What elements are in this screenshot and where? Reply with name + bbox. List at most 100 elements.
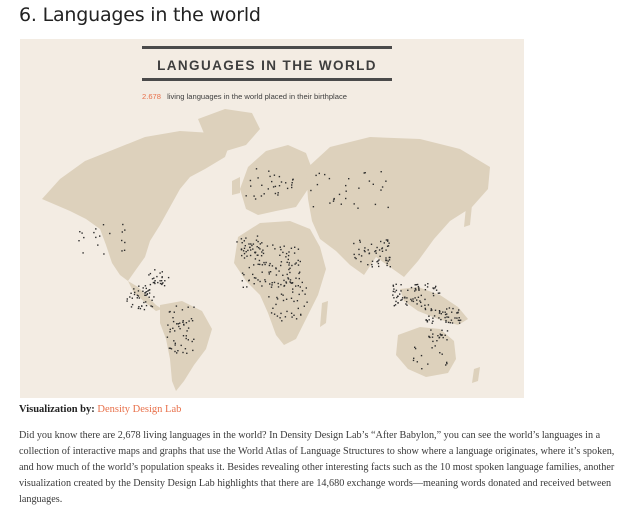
language-dot bbox=[241, 280, 243, 282]
language-dot bbox=[143, 308, 146, 311]
language-dot bbox=[246, 286, 248, 288]
language-dot bbox=[370, 243, 373, 245]
southeast-asia-shape bbox=[400, 287, 468, 325]
language-dot bbox=[451, 322, 454, 324]
language-dot bbox=[438, 337, 440, 339]
language-dot bbox=[431, 336, 434, 338]
language-dot bbox=[291, 184, 293, 186]
language-dot bbox=[284, 316, 287, 318]
language-dot bbox=[292, 291, 294, 293]
language-dot bbox=[154, 280, 156, 282]
language-dot bbox=[289, 267, 291, 269]
language-dot bbox=[410, 298, 412, 301]
language-dot bbox=[261, 242, 263, 244]
language-dot bbox=[340, 203, 342, 205]
language-dot bbox=[190, 318, 193, 320]
language-dot bbox=[416, 283, 419, 286]
language-dot bbox=[434, 345, 436, 347]
language-dot bbox=[359, 241, 361, 243]
language-dot bbox=[412, 359, 415, 362]
language-dot bbox=[271, 284, 273, 286]
language-dot bbox=[185, 335, 187, 337]
language-dot bbox=[392, 284, 394, 286]
language-dot bbox=[124, 241, 126, 244]
language-dot bbox=[245, 237, 247, 239]
language-dot bbox=[253, 283, 255, 285]
language-dot bbox=[393, 305, 395, 307]
language-dot bbox=[268, 271, 270, 273]
language-dot bbox=[427, 363, 429, 365]
language-dot bbox=[385, 257, 387, 259]
language-dot bbox=[282, 274, 284, 276]
language-dot bbox=[420, 294, 422, 297]
language-dot bbox=[250, 243, 252, 245]
language-dot bbox=[192, 349, 194, 352]
language-dot bbox=[371, 266, 373, 268]
language-dot bbox=[282, 294, 284, 296]
density-design-lab-link[interactable]: Density Design Lab bbox=[97, 404, 181, 415]
language-dot bbox=[424, 298, 426, 301]
language-dot bbox=[252, 248, 254, 250]
language-dot bbox=[446, 316, 448, 318]
language-dot bbox=[277, 194, 279, 196]
language-dot bbox=[97, 244, 99, 246]
language-dot bbox=[282, 299, 285, 302]
language-dot bbox=[437, 335, 439, 337]
continents bbox=[42, 109, 490, 391]
language-dot bbox=[444, 311, 446, 313]
language-dot bbox=[259, 263, 261, 266]
credit-label: Visualization by: bbox=[19, 404, 95, 415]
language-dot bbox=[282, 251, 284, 254]
language-dot bbox=[240, 238, 243, 240]
language-dot bbox=[257, 240, 259, 243]
language-dot bbox=[371, 260, 374, 262]
language-dot bbox=[243, 274, 245, 276]
language-dot bbox=[83, 236, 85, 239]
language-dot bbox=[420, 354, 423, 357]
asia-shape bbox=[306, 137, 490, 277]
language-dot bbox=[446, 313, 448, 315]
language-dot bbox=[258, 259, 261, 262]
language-dot bbox=[329, 202, 331, 204]
language-dot bbox=[438, 312, 441, 314]
language-dot bbox=[254, 251, 257, 253]
language-dot bbox=[446, 362, 448, 365]
language-dot bbox=[280, 312, 282, 315]
language-dot bbox=[360, 255, 363, 257]
language-dot bbox=[445, 319, 447, 322]
language-dot bbox=[145, 301, 147, 303]
language-dot bbox=[338, 193, 341, 196]
language-dot bbox=[173, 311, 175, 313]
language-dot bbox=[268, 264, 271, 267]
language-dot bbox=[164, 280, 166, 282]
language-dot bbox=[399, 293, 401, 295]
language-dot bbox=[387, 239, 389, 241]
language-dot bbox=[298, 272, 300, 275]
language-dot bbox=[297, 307, 299, 310]
language-dot bbox=[374, 203, 377, 206]
language-dot bbox=[405, 303, 407, 305]
language-dot bbox=[271, 265, 274, 267]
language-dot bbox=[256, 235, 259, 237]
language-dot bbox=[285, 256, 287, 258]
language-dot bbox=[270, 286, 273, 288]
language-dot bbox=[400, 290, 402, 292]
language-dot bbox=[385, 180, 387, 182]
language-dot bbox=[81, 232, 83, 234]
language-dot bbox=[287, 254, 290, 257]
language-dot bbox=[427, 283, 429, 285]
language-dot bbox=[435, 289, 438, 291]
language-dot bbox=[374, 250, 376, 253]
language-dot bbox=[253, 195, 255, 197]
language-dot bbox=[288, 251, 290, 253]
language-dot bbox=[277, 192, 279, 194]
language-dot bbox=[296, 300, 299, 302]
language-dot bbox=[82, 252, 84, 254]
new-zealand-shape bbox=[472, 367, 480, 383]
language-dot bbox=[414, 346, 416, 348]
language-dot bbox=[241, 272, 244, 274]
language-dot bbox=[154, 269, 156, 271]
language-dot bbox=[253, 264, 255, 266]
language-dot bbox=[295, 285, 297, 287]
language-dot bbox=[243, 247, 246, 249]
